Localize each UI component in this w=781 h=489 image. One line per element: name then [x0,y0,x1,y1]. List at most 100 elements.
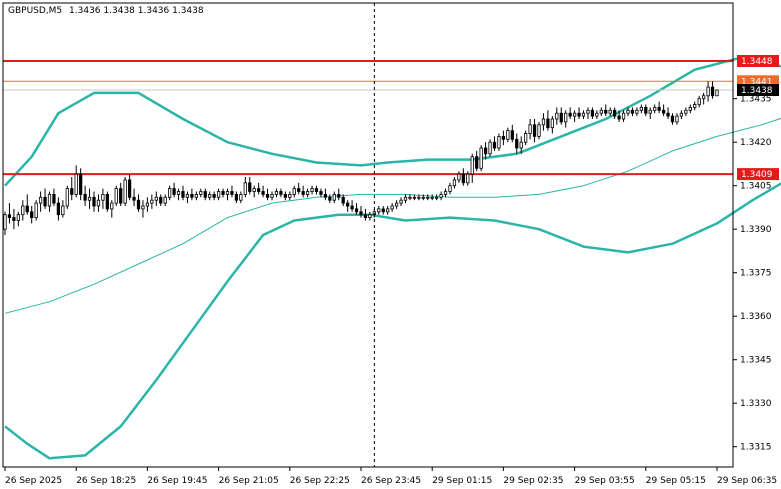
symbol-label: GBPUSD,M5 [8,6,62,16]
candle-body [661,109,666,114]
current-price-label: 1.3438 [741,86,773,96]
candle-body [292,188,296,195]
candle-body [265,193,270,198]
candle-body [452,179,457,187]
price-labels: 1.34481.34411.34091.3438 [737,55,779,181]
x-tick-label: 26 Sep 2025 [5,476,62,486]
candle-body [288,193,292,198]
x-tick-label: 29 Sep 05:15 [646,476,706,486]
candle-body [70,188,74,195]
candle-body [52,193,56,204]
candle-body [87,196,92,201]
candle-body [319,191,323,195]
candle-body [341,196,345,204]
candle-body [172,188,176,195]
candle-body [635,109,639,114]
candle-body [199,191,203,195]
x-tick-label: 26 Sep 23:45 [361,476,421,486]
candle-body [239,193,243,201]
y-tick-label: 1.3315 [740,443,772,453]
candle-body [159,196,163,204]
x-tick-label: 29 Sep 02:35 [503,476,563,486]
candle-body [657,107,661,111]
candle-body [537,124,541,137]
candle-body [439,193,443,198]
candle-body [301,191,305,195]
y-tick-label: 1.3345 [740,356,772,366]
candle-body [176,191,181,195]
candle-body [350,205,354,210]
lower-band [4,182,781,460]
candle-body [332,193,336,201]
candle-body [16,214,20,221]
candle-body [377,208,381,213]
candle-body [61,205,65,216]
candle-body [381,208,385,213]
candle-body [305,191,310,195]
y-tick-label: 1.3330 [740,399,772,409]
candle-body [475,156,479,169]
candle-body [168,188,172,198]
candle-body [639,107,643,111]
candle-body [74,173,78,195]
candle-body [354,208,359,213]
candle-body [114,188,118,204]
candle-body [524,133,528,143]
candle-body [110,202,114,210]
candle-body [403,196,408,201]
candle-body [257,188,261,192]
upper-band [4,56,781,187]
candle-body [270,193,274,198]
ohlc-values: 1.3436 1.3438 1.3436 1.3438 [69,6,204,16]
candle-body [65,188,69,207]
candle-body [7,214,12,218]
candle-body [136,199,141,210]
candle-body [608,109,612,114]
candle-body [546,118,550,129]
candle-body [225,191,230,195]
candle-body [697,98,701,105]
candle-body [559,112,563,123]
middle-band [4,117,781,314]
candle-body [706,86,710,97]
candle-body [230,191,234,195]
candle-body [532,124,537,137]
candle-body [323,193,328,198]
candle-body [426,196,430,199]
candle-body [261,191,265,195]
x-tick-label: 26 Sep 22:25 [290,476,350,486]
chart-title: GBPUSD,M5 1.3436 1.3438 1.3436 1.3438 [8,6,204,16]
candle-body [105,193,109,210]
candle-body [617,115,621,120]
candle-body [572,112,577,117]
candle-body [394,202,399,207]
candle-body [79,173,83,195]
candle-body [194,193,198,198]
candle-body [466,173,470,184]
level-label: 1.3409 [741,170,773,180]
price-chart[interactable]: 1.3435 1.3420 1.3405 1.3390 1.3375 1.3360 1.33… [0,0,781,489]
candle-body [38,196,43,204]
candle-body [190,193,194,198]
x-tick-label: 29 Sep 01:15 [432,476,492,486]
candle-body [297,188,301,192]
candle-body [577,112,581,117]
y-tick-label: 1.3375 [740,269,772,279]
candle-body [216,191,221,198]
candle-body [279,191,283,195]
y-tick-label: 1.3360 [740,312,772,322]
candle-body [430,196,434,199]
candle-body [492,141,497,149]
candle-body [653,107,657,111]
candle-body [3,214,7,230]
candle-body [12,217,16,221]
candle-body [212,193,216,198]
candle-body [412,196,417,199]
candle-body [43,196,47,207]
y-tick-label: 1.3390 [740,225,772,235]
candle-body [604,109,608,114]
candle-body [386,208,390,213]
candle-body [21,205,25,216]
x-tick-label: 29 Sep 03:55 [575,476,635,486]
candle-body [221,191,225,195]
